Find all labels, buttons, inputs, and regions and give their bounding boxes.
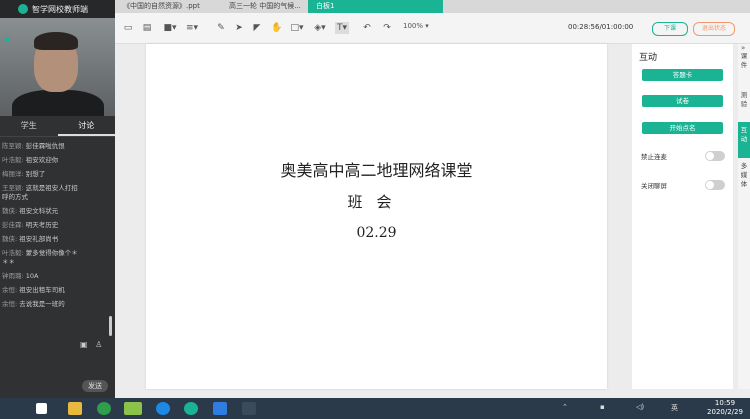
folder-icon[interactable]: ▭ [121, 22, 135, 34]
tab-discussion[interactable]: 讨论 [57, 116, 115, 136]
class-timer: 00:28:56/01:00:00 [568, 23, 634, 31]
brand-bar: 智学网校教师端 [0, 0, 115, 18]
line-style-icon[interactable]: ≡▾ [185, 22, 199, 34]
tab-ppt[interactable]: 《中国的自然资源》.ppt [115, 0, 223, 13]
select-icon[interactable]: ◤ [250, 22, 264, 34]
exit-status-button[interactable]: 退出状态 [693, 22, 735, 36]
document-tabs: 《中国的自然资源》.ppt 高三一轮 中国的气候... 白板1 [115, 0, 750, 13]
tab-climate[interactable]: 高三一轮 中国的气候... [221, 0, 319, 13]
brand-name: 智学网校教师端 [32, 4, 88, 14]
toolbar: ▭ ▤ ■▾ ≡▾ ✎ ➤ ◤ ✋ □▾ ◈▾ T▾ ↶ ↷ 100% ▾ 00… [115, 13, 750, 44]
chat-message: 王至颖: 这就是祖安人打招 [2, 184, 78, 192]
exam-button[interactable]: 试卷 [642, 95, 723, 107]
wechat-icon[interactable] [124, 402, 142, 415]
roll-call-button[interactable]: 开始点名 [642, 122, 723, 134]
slide-title: 奥美高中高二地理网络课堂 [280, 161, 473, 180]
toggle-label: 关闭聊屏 [641, 182, 667, 190]
chat-message: 梅丽洋: 别想了 [2, 170, 46, 178]
toggle-row-chat: 关闭聊屏 [641, 180, 725, 192]
save-icon[interactable]: ▤ [140, 22, 154, 34]
chat-message: 叶浩毅: 蒙多觉得你像个＊ [2, 249, 78, 257]
redo-icon[interactable]: ↷ [380, 22, 394, 34]
clock-date: 2020/2/29 [707, 408, 743, 416]
tab-whiteboard[interactable]: 白板1 [308, 0, 443, 13]
collapse-icon[interactable]: » [741, 44, 745, 52]
chat-message: 陈至颖: 彭佳霖啦仇恨 [2, 142, 65, 150]
clock-time: 10:59 [714, 399, 736, 407]
zoom-select[interactable]: 100% ▾ [403, 22, 429, 30]
end-class-button[interactable]: 下课 [652, 22, 688, 36]
chat-scrollbar[interactable] [109, 316, 112, 336]
tray-app-icon[interactable]: ▪ [600, 403, 605, 411]
bus-icon[interactable]: ▣ [80, 340, 88, 349]
undo-icon[interactable]: ↶ [360, 22, 374, 34]
close-chat-toggle[interactable] [705, 180, 725, 190]
left-tabs: 学生 讨论 [0, 116, 115, 137]
rectangle-icon[interactable]: □▾ [290, 22, 304, 34]
toggle-label: 禁止连麦 [641, 153, 667, 161]
sidebar-item-courseware[interactable]: 课件 [738, 52, 750, 70]
slide-subtitle: 班会 [347, 193, 406, 211]
chat-message: 余恒: 去说我是一班的 [2, 300, 65, 308]
slide-date: 02.29 [356, 225, 397, 241]
windows-start-icon[interactable] [36, 403, 47, 414]
grad-cap-icon[interactable] [242, 402, 256, 415]
chat-message: ＊＊ [2, 258, 15, 266]
panel-header: 互动 [639, 53, 658, 63]
app-icon[interactable] [156, 402, 170, 415]
answer-card-button[interactable]: 答题卡 [642, 69, 723, 81]
send-button[interactable]: 发送 [82, 380, 108, 392]
language-indicator[interactable]: 英 [671, 403, 678, 413]
chat-message: 呼的方式 [2, 193, 28, 201]
mic-icon: ▮▮ [4, 36, 11, 43]
teacher-video: ▮▮ [0, 18, 115, 116]
chat-message: 余恒: 祖安出租车司机 [2, 286, 65, 294]
zhixue-icon[interactable] [184, 402, 198, 415]
chat-message: 魏侠: 祖安文科状元 [2, 207, 59, 215]
toggle-row-mic: 禁止连麦 [641, 151, 725, 163]
browser-icon[interactable] [97, 402, 111, 415]
whiteboard-canvas[interactable]: 奥美高中高二地理网络课堂 班会 02.29 [146, 44, 607, 389]
sidebar-item-quiz[interactable]: 测验 [738, 91, 750, 109]
sidebar-item-interact[interactable]: 互动 [738, 122, 750, 158]
pointer-icon[interactable]: ➤ [232, 22, 246, 34]
thumb-icon[interactable]: ♙ [95, 340, 102, 349]
hand-icon[interactable]: ✋ [270, 22, 284, 34]
disable-mic-toggle[interactable] [705, 151, 725, 161]
chat-tools: ▣ ♙ [80, 340, 102, 349]
sidebar-item-media[interactable]: 多媒体 [738, 162, 750, 189]
text-icon[interactable]: T▾ [335, 22, 349, 34]
eraser-icon[interactable]: ◈▾ [313, 22, 327, 34]
taskbar: ⌃ ▪ ◁) 英 10:59 2020/2/29 [0, 398, 750, 419]
clock[interactable]: 10:59 2020/2/29 [705, 399, 745, 417]
word-icon[interactable] [213, 402, 227, 415]
chat-list: 陈至颖: 彭佳霖啦仇恨 叶浩毅: 祖安欢迎你 梅丽洋: 别想了 王至颖: 这就是… [0, 140, 112, 336]
folder-icon[interactable] [68, 402, 82, 415]
chat-message: 叶浩毅: 祖安欢迎你 [2, 156, 59, 164]
chat-message: 钟雨璐: 10A [2, 272, 39, 280]
right-sidebar: 课件 测验 互动 多媒体 [738, 44, 750, 389]
pen-icon[interactable]: ✎ [214, 22, 228, 34]
tray-chevron-icon[interactable]: ⌃ [562, 403, 568, 411]
interaction-panel: 互动 答题卡 试卷 开始点名 禁止连麦 关闭聊屏 [632, 44, 733, 389]
chat-message: 彭佳霖: 明天考历史 [2, 221, 59, 229]
volume-icon[interactable]: ◁) [636, 403, 644, 411]
brand-logo-icon [18, 4, 28, 14]
shape-fill-icon[interactable]: ■▾ [163, 22, 177, 34]
tab-students[interactable]: 学生 [0, 116, 58, 136]
chat-message: 魏侠: 祖安礼部尚书 [2, 235, 59, 243]
